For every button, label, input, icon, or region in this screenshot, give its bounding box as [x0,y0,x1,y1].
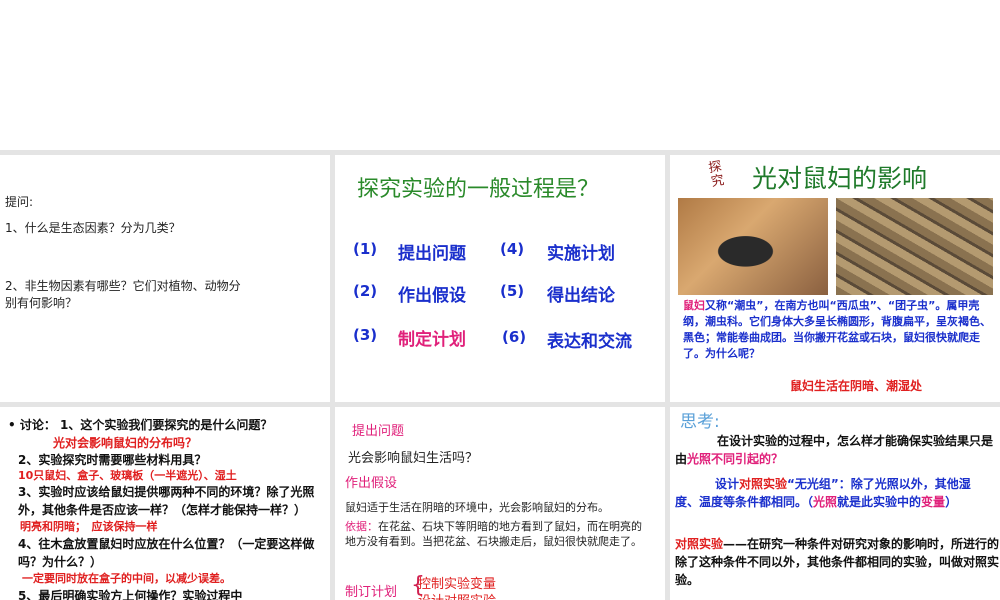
highlight: 光照不同引起的？ [687,452,784,466]
answer: 10只鼠妇、盒子、玻璃板（一半遮光）、湿土 [18,469,237,482]
plan-item: 设计对照实验 [418,590,496,600]
step-number: (6) [502,328,527,346]
step-number: (5) [500,282,525,300]
heading: 作出假设 [345,476,398,491]
slide-3[interactable]: 探究 光对鼠妇的影响 鼠妇又称“潮虫”，在南方也叫“西瓜虫”、“团子虫”。属甲壳… [670,155,1000,402]
question-2b: 别有何影响？ [5,296,78,310]
woodlice-group-photo [836,198,993,295]
label: 依据： [345,520,378,533]
tag-label: 探究 [707,159,726,191]
answer: 光对会影响鼠妇的分布吗？ [53,436,198,450]
highlight: 对照实验 [739,477,788,491]
question: 3、实验时应该给鼠妇提供哪两种不同的环境？除了光照外，其他条件是否应该一样？（怎… [18,485,315,517]
text: ——在研究一种条件对研究对象的影响时，所进行的除了这种条件不同以外，其他条件都相… [675,537,1000,587]
term: 鼠妇 [683,299,705,312]
text: 在花盆、石块下等阴暗的地方看到了鼠妇，而在明亮的地方没有看到。当把花盆、石块搬走… [345,520,642,548]
answer: 明亮和阴暗； 应该保持一样 [20,520,158,533]
slide-title: 探究实验的一般过程是？ [357,177,600,202]
question: 4、往木盒放置鼠妇时应放在什么位置？（一定要这样做吗？为什么？） [18,537,315,569]
step-label: 制定计划 [398,330,466,350]
description-text: 又称“潮虫”，在南方也叫“西瓜虫”、“团子虫”。属甲壳纲，潮虫科。它们身体大多呈… [683,299,991,360]
slide-2[interactable]: 探究实验的一般过程是？ (1) 提出问题 (2) 作出假设 (3) 制定计划 (… [335,155,665,402]
heading: 提出问题 [352,424,405,439]
slide-grid: 提问: 1、什么是生态因素？分为几类？ 2、非生物因素有哪些？它们对植物、动物分… [0,150,1000,600]
text: 设计 [715,477,740,491]
step-label: 作出假设 [398,286,466,306]
question: 在设计实验的过程中，怎么样才能确保实验结果只是由光照不同引起的？ [675,432,995,468]
description: 鼠妇又称“潮虫”，在南方也叫“西瓜虫”、“团子虫”。属甲壳纲，潮虫科。它们身体大… [683,298,993,362]
question-2a: 2、非生物因素有哪些？它们对植物、动物分 [5,279,241,293]
slide-1[interactable]: 提问: 1、什么是生态因素？分为几类？ 2、非生物因素有哪些？它们对植物、动物分… [0,155,330,402]
step-label: 得出结论 [547,286,615,306]
heading: 提问: [5,195,34,209]
highlight: 变量 [921,495,946,509]
text: 就是此实验中的 [837,495,922,509]
step-label: 表达和交流 [547,332,632,352]
term: 对照实验 [675,537,724,551]
slide-title: 光对鼠妇的影响 [752,164,928,193]
heading: 思考: [680,412,720,432]
slide-5[interactable]: 提出问题 光会影响鼠妇生活吗？ 作出假设 鼠妇适于生活在阴暗的环境中，光会影响鼠… [335,407,665,600]
text: 光会影响鼠妇生活吗？ [348,451,479,466]
definition: 对照实验——在研究一种条件对研究对象的影响时，所进行的除了这种条件不同以外，其他… [675,535,1000,589]
answer: 鼠妇生活在阴暗、潮湿处 [790,379,923,393]
design-note: 设计对照实验“无光组”：除了光照以外，其他湿度、温度等条件都相同。（光照就是此实… [675,475,985,511]
question-1: 1、什么是生态因素？分为几类？ [5,221,181,235]
discussion: • 讨论： 1、这个实验我们要探究的是什么问题？ 光对会影响鼠妇的分布吗？ 2、… [8,415,328,600]
basis: 依据：在花盆、石块下等阴暗的地方看到了鼠妇，而在明亮的地方没有看到。当把花盆、石… [345,519,645,549]
step-label: 实施计划 [547,244,615,264]
step-number: (3) [353,326,378,344]
step-number: (4) [500,240,525,258]
step-label: 提出问题 [398,244,466,264]
heading: 制订计划 [345,585,398,600]
question: 5、最后明确实验方上何操作？实验过程中 [18,589,243,600]
highlight: 光照 [813,495,838,509]
text: ） [945,495,958,509]
question: 2、实验探究时需要哪些材料用具？ [18,453,207,467]
step-number: (2) [353,282,378,300]
slide-4[interactable]: • 讨论： 1、这个实验我们要探究的是什么问题？ 光对会影响鼠妇的分布吗？ 2、… [0,407,330,600]
step-number: (1) [353,240,378,258]
answer: 一定要同时放在盒子的中间，以减少误差。 [22,572,231,585]
woodlouse-photo [678,198,828,295]
text: 鼠妇适于生活在阴暗的环境中，光会影响鼠妇的分布。 [345,501,609,514]
slide-6[interactable]: 思考: 在设计实验的过程中，怎么样才能确保实验结果只是由光照不同引起的？ 设计对… [670,407,1000,600]
question: • 讨论： 1、这个实验我们要探究的是什么问题？ [8,418,273,432]
